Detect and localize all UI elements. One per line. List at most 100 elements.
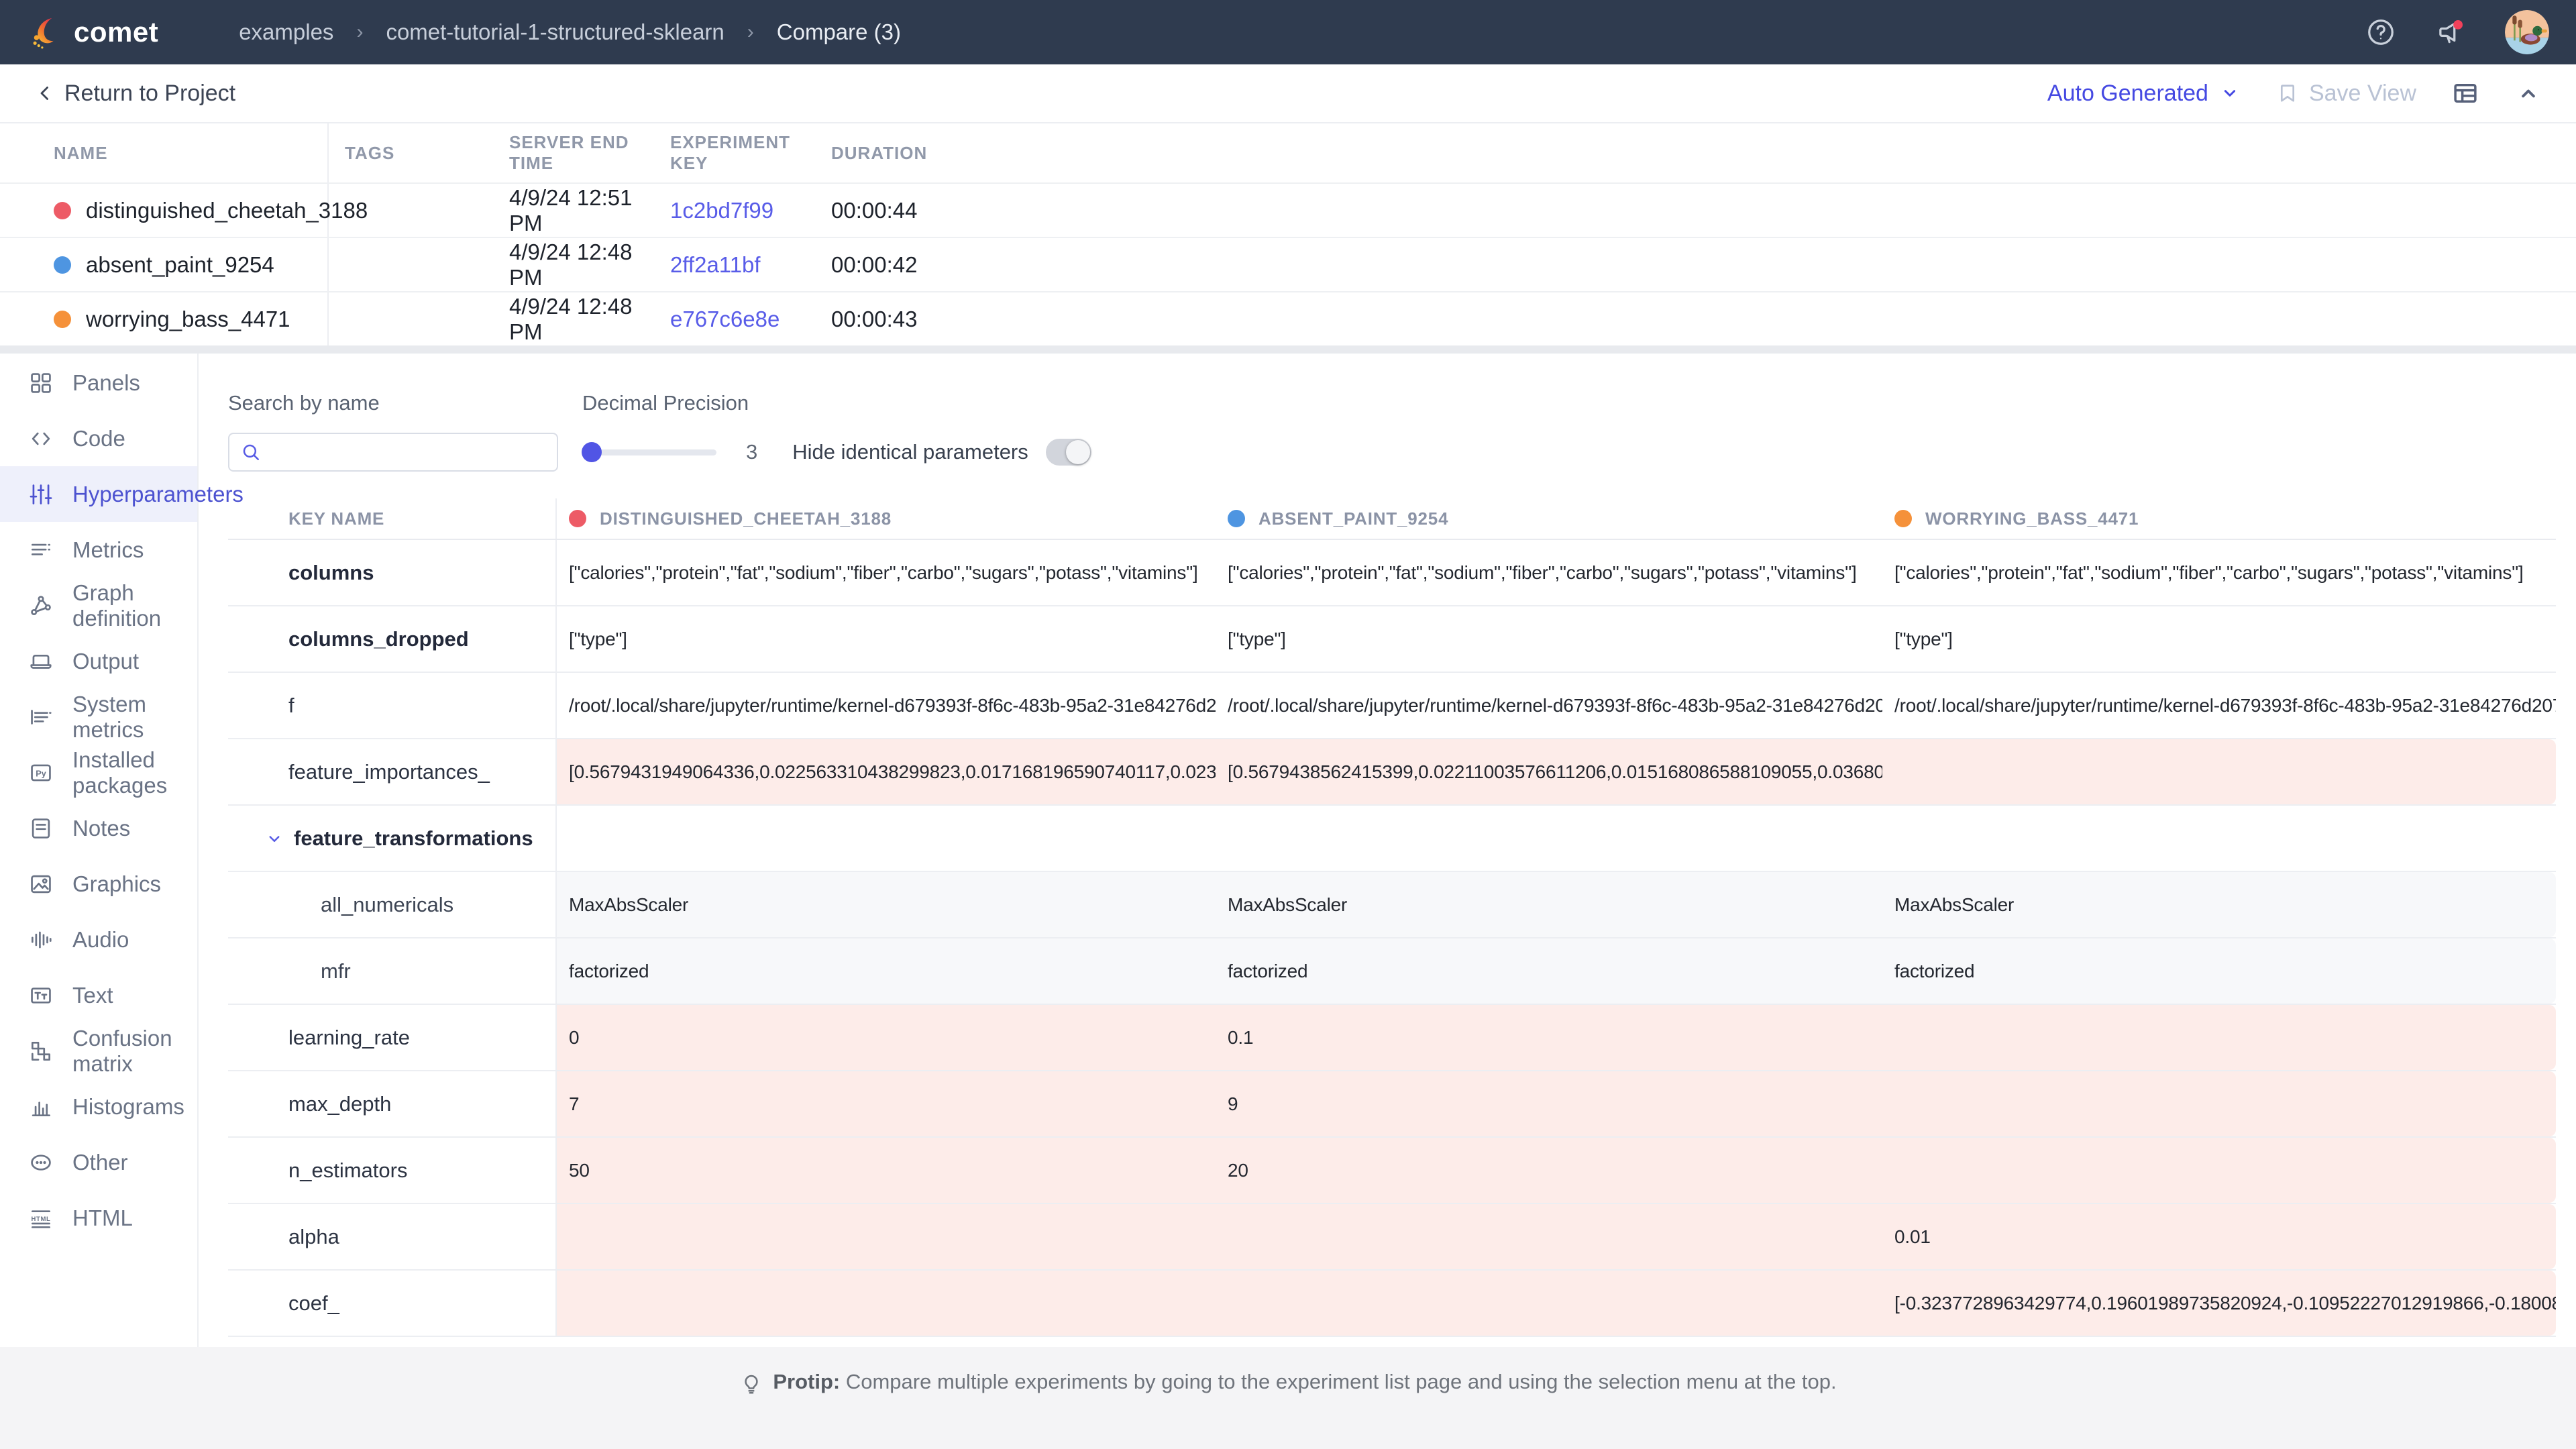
- experiment-end-time: 4/9/24 12:48 PM: [493, 239, 654, 290]
- value-cell: ["type"]: [557, 606, 1216, 672]
- value-cell: ["calories","protein","fat","sodium","fi…: [1882, 540, 2556, 605]
- save-view-button[interactable]: Save View: [2275, 80, 2416, 107]
- bookmark-icon: [2275, 81, 2300, 105]
- sidebar-item-text[interactable]: Text: [0, 967, 197, 1023]
- table-layout-icon[interactable]: [2451, 79, 2479, 107]
- search-input[interactable]: [270, 441, 546, 464]
- sidebar-item-label: Notes: [72, 816, 130, 841]
- return-to-project-button[interactable]: Return to Project: [34, 80, 235, 107]
- sidebar-item-audio[interactable]: Audio: [0, 912, 197, 967]
- value-cell: 0.1: [1216, 1005, 1882, 1070]
- decimal-precision-value: 3: [746, 440, 757, 464]
- compare-row: mfrfactorizedfactorizedfactorized: [228, 938, 2556, 1005]
- experiment-column-header: ABSENT_PAINT_9254: [1216, 508, 1882, 529]
- experiment-name: absent_paint_9254: [86, 252, 274, 278]
- column-header: EXPERIMENT KEY: [654, 132, 815, 174]
- hide-identical-toggle[interactable]: [1046, 439, 1091, 466]
- compare-row: columns_dropped["type"]["type"]["type"]: [228, 606, 2556, 673]
- experiment-name-cell: worrying_bass_4471: [0, 292, 329, 345]
- sidebar-item-system-metrics[interactable]: System metrics: [0, 689, 197, 745]
- breadcrumb-item[interactable]: examples: [239, 19, 333, 45]
- experiment-key-link[interactable]: 1c2bd7f99: [670, 198, 773, 223]
- experiment-color-dot: [54, 202, 71, 219]
- chevron-down-icon: [2219, 83, 2241, 104]
- value-cell: [0.5679431949064336,0.022563310438299823…: [557, 739, 1216, 804]
- value-cell: ["calories","protein","fat","sodium","fi…: [557, 540, 1216, 605]
- sidebar-item-metrics[interactable]: Metrics: [0, 522, 197, 578]
- compare-row: coef_[-0.3237728963429774,0.196019897358…: [228, 1271, 2556, 1337]
- experiment-color-dot: [54, 256, 71, 274]
- experiment-duration: 00:00:42: [815, 252, 2576, 278]
- compare-row: f/root/.local/share/jupyter/runtime/kern…: [228, 673, 2556, 739]
- experiment-name: distinguished_cheetah_3188: [86, 198, 368, 223]
- sidebar-item-graphics[interactable]: Graphics: [0, 856, 197, 912]
- sidebar-item-notes[interactable]: Notes: [0, 800, 197, 856]
- value-cell: 0: [557, 1005, 1216, 1070]
- help-icon[interactable]: [2365, 17, 2396, 48]
- output-icon: [28, 649, 54, 674]
- sidebar-item-label: Code: [72, 426, 125, 451]
- search-icon: [240, 441, 262, 463]
- sidebar-item-label: Output: [72, 649, 139, 674]
- compare-row: feature_importances_[0.5679431949064336,…: [228, 739, 2556, 806]
- sidebar-item-label: System metrics: [72, 692, 197, 743]
- sidebar-item-other[interactable]: Other: [0, 1134, 197, 1190]
- key-cell: coef_: [228, 1271, 557, 1336]
- value-cell: ["calories","protein","fat","sodium","fi…: [1216, 540, 1882, 605]
- confusion-matrix-icon: [28, 1038, 54, 1064]
- breadcrumb: examples›comet-tutorial-1-structured-skl…: [239, 19, 901, 45]
- value-cell: [0.5679438562415399,0.02211003576611206,…: [1216, 739, 1882, 804]
- sidebar-item-graph-definition[interactable]: Graph definition: [0, 578, 197, 633]
- experiment-key-cell: 2ff2a11bf: [654, 252, 815, 278]
- save-view-label: Save View: [2309, 80, 2416, 107]
- experiment-key-link[interactable]: 2ff2a11bf: [670, 252, 761, 277]
- value-cell: MaxAbsScaler: [1216, 872, 1882, 937]
- collapse-group-icon[interactable]: [264, 828, 284, 849]
- html-icon: HTML: [28, 1205, 54, 1231]
- histograms-icon: [28, 1094, 54, 1120]
- sidebar-item-histograms[interactable]: Histograms: [0, 1079, 197, 1134]
- announcements-icon[interactable]: [2435, 17, 2466, 48]
- compare-table-header: KEY NAMEDISTINGUISHED_CHEETAH_3188ABSENT…: [228, 498, 2556, 540]
- key-cell: columns_dropped: [228, 606, 557, 672]
- comet-logo[interactable]: comet: [27, 13, 158, 51]
- key-name: columns: [288, 561, 374, 585]
- value-cell: 20: [1216, 1138, 1882, 1203]
- compare-row: learning_rate00.1: [228, 1005, 2556, 1071]
- slider-thumb[interactable]: [582, 442, 602, 462]
- key-cell: alpha: [228, 1204, 557, 1269]
- view-toolbar: Return to Project Auto Generated Save Vi…: [0, 64, 2576, 123]
- value-cell: [1882, 1005, 2556, 1070]
- sidebar-item-confusion-matrix[interactable]: Confusion matrix: [0, 1023, 197, 1079]
- return-to-project-label: Return to Project: [64, 80, 235, 107]
- decimal-precision-group: Decimal Precision 3 Hide identical param…: [582, 391, 1091, 472]
- view-selector-dropdown[interactable]: Auto Generated: [2047, 80, 2241, 107]
- experiment-key-link[interactable]: e767c6e8e: [670, 307, 780, 331]
- column-header: DURATION: [815, 143, 2576, 164]
- key-name: f: [288, 694, 294, 718]
- key-cell: f: [228, 673, 557, 738]
- sidebar-item-label: Confusion matrix: [72, 1026, 197, 1077]
- key-cell: max_depth: [228, 1071, 557, 1136]
- sidebar-item-code[interactable]: Code: [0, 411, 197, 466]
- breadcrumb-item[interactable]: comet-tutorial-1-structured-sklearn: [386, 19, 724, 45]
- value-cell: factorized: [1882, 938, 2556, 1004]
- key-name: columns_dropped: [288, 627, 469, 651]
- key-cell[interactable]: feature_transformations: [228, 806, 557, 871]
- sidebar-item-output[interactable]: Output: [0, 633, 197, 689]
- value-cell: [557, 1204, 1216, 1269]
- sidebar-item-installed-packages[interactable]: PyInstalled packages: [0, 745, 197, 800]
- graph-definition-icon: [28, 593, 54, 619]
- avatar[interactable]: [2505, 10, 2549, 54]
- sidebar-item-panels[interactable]: Panels: [0, 355, 197, 411]
- sidebar-item-html[interactable]: HTML HTML: [0, 1190, 197, 1246]
- value-cell: 0.01: [1882, 1204, 2556, 1269]
- column-header: NAME: [0, 123, 329, 182]
- breadcrumb-item[interactable]: Compare (3): [777, 19, 901, 45]
- experiment-end-time: 4/9/24 12:48 PM: [493, 294, 654, 345]
- sidebar-item-hyperparameters[interactable]: Hyperparameters: [0, 466, 197, 522]
- collapse-panel-icon[interactable]: [2514, 79, 2542, 107]
- sidebar-item-label: HTML: [72, 1205, 133, 1231]
- decimal-precision-slider[interactable]: [582, 449, 716, 455]
- sidebar-item-label: Panels: [72, 370, 140, 396]
